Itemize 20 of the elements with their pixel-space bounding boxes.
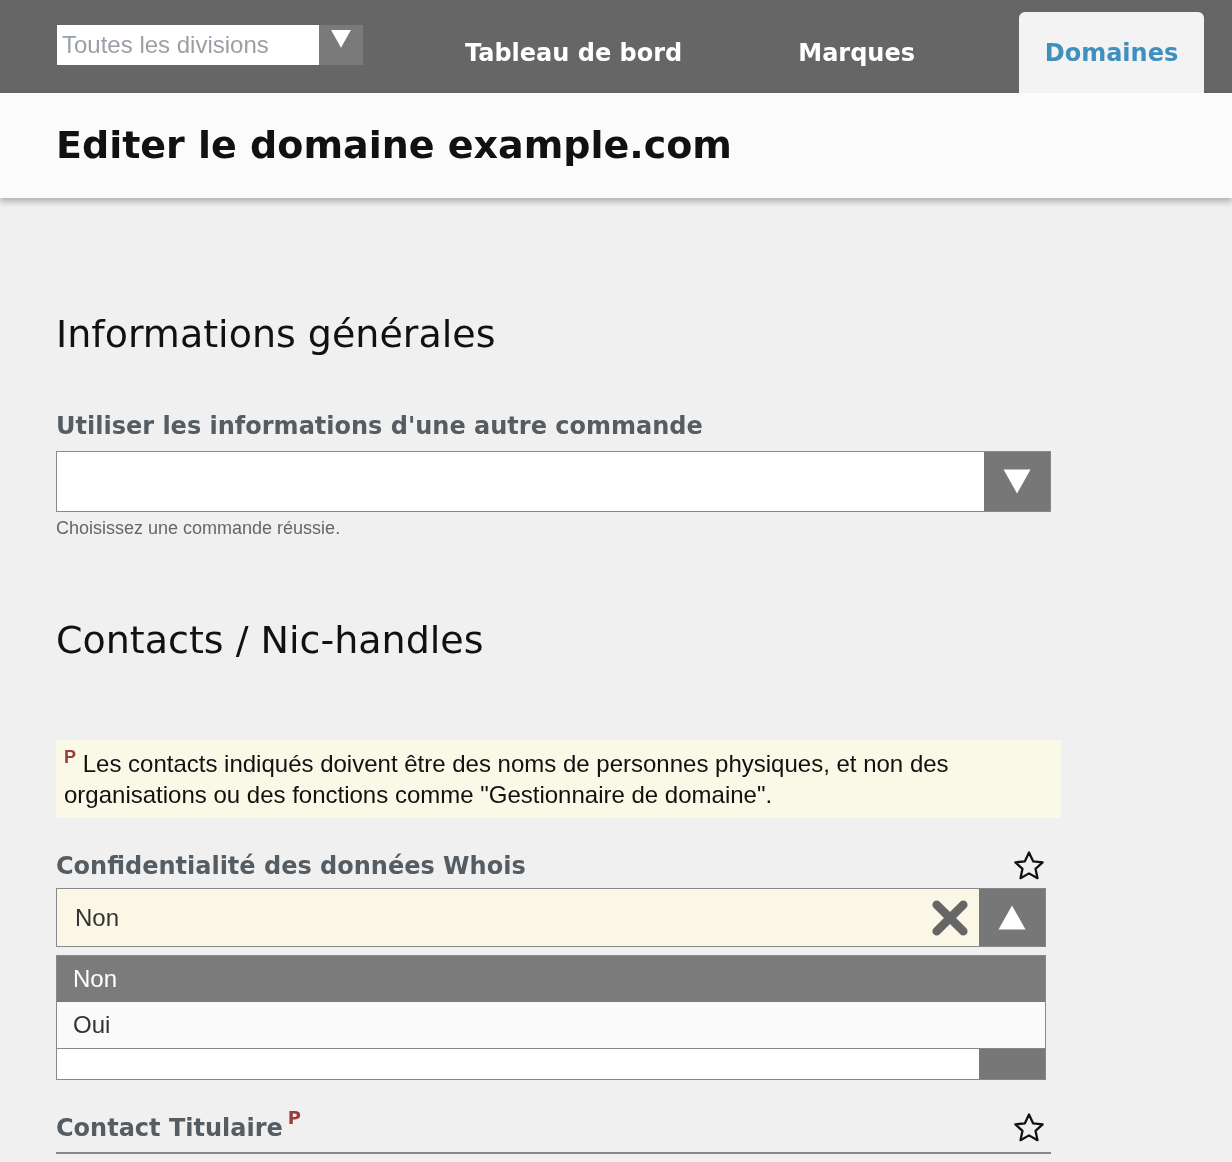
nav-tab[interactable]: Domaines	[1019, 12, 1204, 93]
caret-icon	[1002, 468, 1032, 495]
section-heading: Contacts / Nic-handles	[56, 617, 485, 664]
clear-icon[interactable]	[931, 898, 969, 937]
nav-tab[interactable]: Marques	[740, 12, 973, 93]
notice: $^{P}$ Les contacts indiqués doivent être des noms de personnes physiques, et non des organisations ou des fonctions comme "Gestionnaire de domaine".	[56, 740, 1061, 818]
help-text: Choisissez une commande réussie.	[56, 517, 342, 540]
caret-icon	[997, 904, 1027, 931]
field-label: Contact Titulaire	[56, 1113, 283, 1144]
nav-tab[interactable]: Tableau de bord	[406, 12, 741, 93]
marker: P	[287, 1106, 302, 1130]
whois-select[interactable]: Non	[56, 888, 1046, 947]
section-heading: Informations générales	[56, 311, 497, 358]
field-label: Utiliser les informations d'une autre commande	[56, 411, 704, 442]
page-title: Editer le domaine example.com	[56, 122, 732, 169]
dropdown-option[interactable]: Non	[57, 956, 1045, 1002]
field-label: Confidentialité des données Whois	[56, 851, 526, 882]
caret-icon	[330, 29, 352, 49]
dropdown-option[interactable]: Oui	[57, 1002, 1045, 1048]
order-select[interactable]	[56, 451, 1051, 512]
